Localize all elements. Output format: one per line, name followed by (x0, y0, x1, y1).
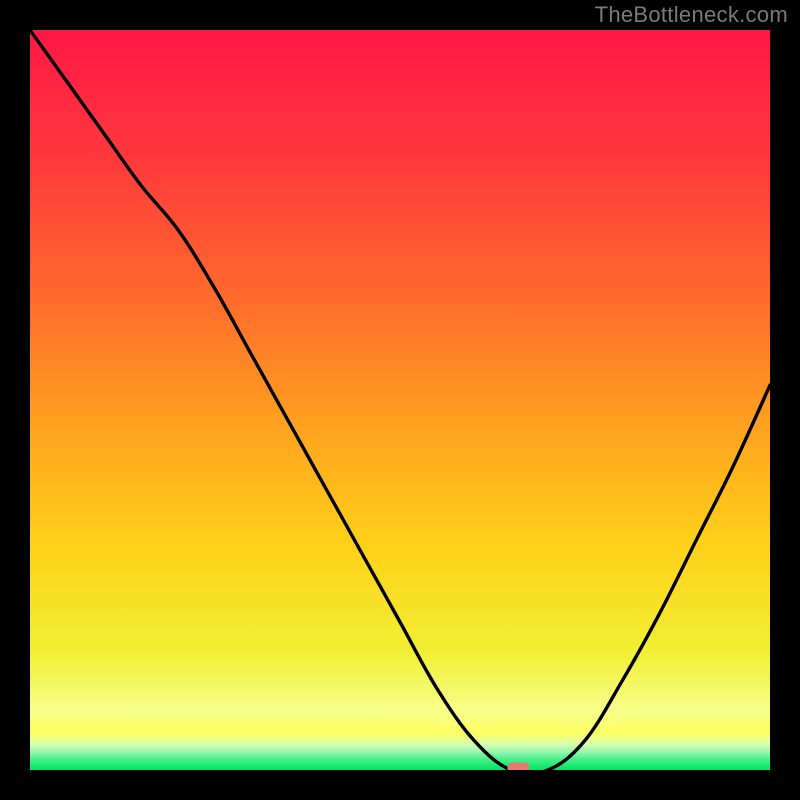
gradient-background (30, 30, 770, 770)
optimum-marker (507, 763, 529, 771)
plot-area (30, 30, 770, 770)
watermark-text: TheBottleneck.com (595, 2, 788, 28)
chart-svg (30, 30, 770, 770)
chart-frame: TheBottleneck.com (0, 0, 800, 800)
